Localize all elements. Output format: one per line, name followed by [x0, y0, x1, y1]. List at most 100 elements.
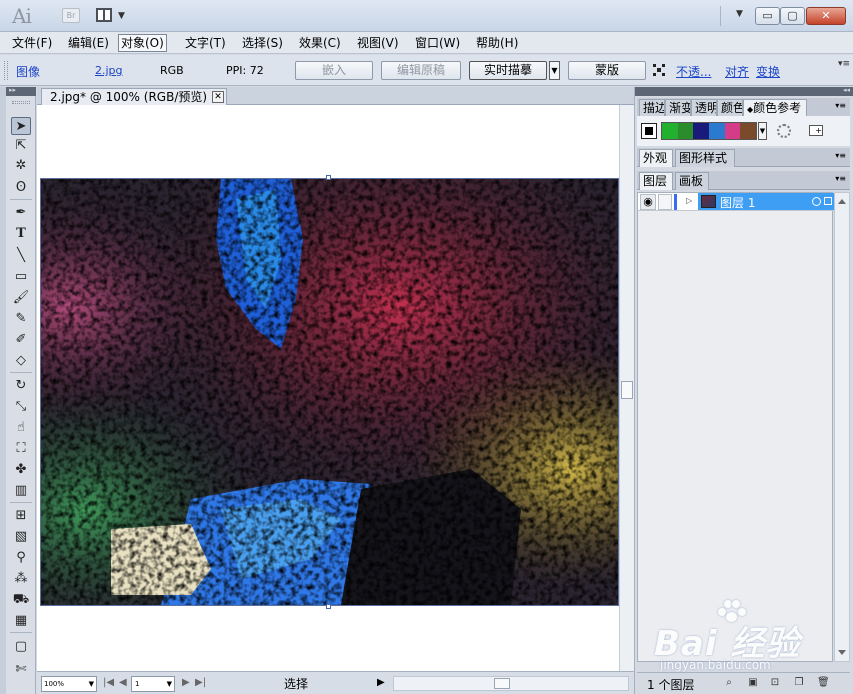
eyedropper-icon[interactable]: ⚲	[11, 549, 31, 567]
menu-help[interactable]: 帮助(H)	[474, 34, 520, 52]
selection-tool-icon[interactable]: ➤	[11, 117, 31, 135]
live-paint-bucket-icon[interactable]: ⛟	[11, 591, 31, 609]
panel-menu-icon[interactable]: ▾≡	[835, 151, 846, 160]
gradient-tool-icon[interactable]: ▧	[11, 528, 31, 546]
make-clipping-mask-icon[interactable]: ▣	[747, 677, 759, 689]
rectangle-tool-icon[interactable]: ▭	[11, 268, 31, 286]
next-page-icon[interactable]: ▶	[182, 677, 190, 688]
tab-gradient[interactable]: 渐变	[665, 99, 691, 117]
column-graph-icon[interactable]: ▥	[11, 482, 31, 500]
warp-tool-icon[interactable]: ☝	[11, 419, 31, 437]
bridge-button[interactable]: Br	[62, 8, 80, 23]
panel-dock-header[interactable]: ◂◂	[635, 86, 853, 96]
live-trace-options-dropdown[interactable]: ▼	[549, 61, 560, 80]
tools-panel-grip[interactable]	[12, 101, 30, 104]
tab-color-guide[interactable]: ◆颜色参考	[743, 99, 807, 117]
previous-page-icon[interactable]: ◀	[119, 677, 127, 688]
layer-item[interactable]: 图层 1	[698, 193, 834, 210]
bounding-box-icon[interactable]	[653, 64, 665, 76]
control-bar-grip[interactable]	[4, 61, 8, 80]
maximize-button[interactable]: ▢	[780, 7, 805, 25]
placed-image[interactable]	[40, 178, 619, 606]
menu-effect[interactable]: 效果(C)	[297, 34, 343, 52]
align-link[interactable]: 对齐	[725, 63, 749, 80]
expand-triangle-icon[interactable]: ▷	[686, 196, 692, 205]
swatch[interactable]	[662, 123, 678, 139]
horizontal-scroll-thumb[interactable]	[494, 678, 510, 689]
tab-color[interactable]: 颜色	[717, 99, 743, 117]
control-bar-menu-icon[interactable]: ▾≡	[838, 59, 850, 69]
menu-select[interactable]: 选择(S)	[240, 34, 285, 52]
selection-indicator[interactable]	[824, 197, 832, 205]
harmony-rules-dropdown[interactable]: ▼	[758, 122, 767, 140]
vertical-scrollbar[interactable]	[619, 105, 634, 671]
eye-icon[interactable]: ◉	[640, 194, 656, 210]
document-tab[interactable]: 2.jpg* @ 100% (RGB/预览) ✕	[41, 88, 227, 105]
first-page-icon[interactable]: |◀	[103, 677, 114, 688]
paintbrush-icon[interactable]: 🖌	[11, 289, 31, 307]
fill-color-swatch[interactable]	[641, 123, 657, 139]
blob-brush-icon[interactable]: ✐	[11, 331, 31, 349]
layer-row[interactable]: ◉ ▷ 图层 1	[638, 193, 834, 211]
artboard-canvas[interactable]	[37, 105, 619, 671]
tab-artboards[interactable]: 画板	[675, 172, 709, 190]
status-menu-arrow-icon[interactable]: ▶	[377, 677, 385, 688]
delete-layer-icon[interactable]: 🗑	[817, 677, 830, 689]
scale-tool-icon[interactable]: ⤡	[11, 398, 31, 416]
minimize-button[interactable]: ▭	[755, 7, 780, 25]
swatch[interactable]	[724, 123, 741, 139]
embed-button[interactable]: 嵌入	[295, 61, 373, 80]
swatch[interactable]	[693, 123, 710, 139]
scissors-icon[interactable]: ▢	[11, 638, 31, 656]
mesh-tool-icon[interactable]: ⊞	[11, 507, 31, 525]
free-transform-icon[interactable]: ⛶	[11, 440, 31, 458]
live-trace-button[interactable]: 实时描摹	[469, 61, 547, 80]
pencil-icon[interactable]: ✎	[11, 310, 31, 328]
magic-wand-icon[interactable]: ✲	[11, 157, 31, 175]
hand-tool-icon[interactable]: ✄	[11, 661, 31, 679]
swatch[interactable]	[709, 123, 725, 139]
new-sublayer-icon[interactable]: ⊡	[769, 677, 781, 689]
rotate-tool-icon[interactable]: ↻	[11, 377, 31, 395]
menu-type[interactable]: 文字(T)	[183, 34, 228, 52]
type-tool-icon[interactable]: T	[11, 225, 31, 243]
eraser-icon[interactable]: ◇	[11, 352, 31, 370]
line-tool-icon[interactable]: ╲	[11, 247, 31, 265]
blend-tool-icon[interactable]: ⁂	[11, 570, 31, 588]
pen-tool-icon[interactable]: ✒	[11, 204, 31, 222]
layers-scrollbar[interactable]	[834, 192, 850, 662]
workspace-switcher-icon[interactable]: ▼	[736, 9, 743, 19]
direct-selection-tool-icon[interactable]: ⇱	[11, 137, 31, 155]
menu-object[interactable]: 对象(O)	[118, 34, 167, 52]
menu-file[interactable]: 文件(F)	[10, 34, 54, 52]
harmony-swatches[interactable]	[661, 122, 757, 140]
panel-menu-icon[interactable]: ▾≡	[835, 101, 846, 110]
filename-link[interactable]: 2.jpg	[95, 64, 123, 77]
status-tool-display[interactable]: 选择	[205, 676, 387, 692]
new-layer-icon[interactable]: ❐	[793, 677, 805, 689]
zoom-select[interactable]: 100% ▼	[41, 676, 97, 692]
slice-tool-icon[interactable]: ▦	[11, 612, 31, 630]
lasso-icon[interactable]: ʘ	[11, 179, 31, 197]
tab-transparency[interactable]: 透明	[691, 99, 717, 117]
swatch[interactable]	[677, 123, 694, 139]
panel-menu-icon[interactable]: ▾≡	[835, 174, 846, 183]
symbol-sprayer-icon[interactable]: ✤	[11, 461, 31, 479]
vertical-scroll-thumb[interactable]	[621, 381, 633, 399]
close-tab-icon[interactable]: ✕	[212, 91, 224, 103]
transform-link[interactable]: 变换	[756, 63, 780, 80]
bounding-box-handle[interactable]	[326, 175, 331, 180]
close-button[interactable]: ✕	[806, 7, 846, 25]
arrange-documents-button[interactable]: ▼	[96, 8, 132, 24]
lock-toggle[interactable]	[658, 194, 672, 210]
menu-view[interactable]: 视图(V)	[355, 34, 401, 52]
page-number-select[interactable]: 1 ▼	[131, 676, 175, 692]
mask-button[interactable]: 蒙版	[568, 61, 646, 80]
tab-layers[interactable]: 图层	[639, 172, 673, 190]
tab-appearance[interactable]: 外观	[639, 149, 673, 167]
object-type-label[interactable]: 图像	[16, 63, 40, 80]
save-color-group-icon[interactable]: +	[809, 125, 823, 136]
tools-panel-header[interactable]: ▸▸	[6, 86, 36, 96]
menu-edit[interactable]: 编辑(E)	[66, 34, 111, 52]
swatch[interactable]	[740, 123, 757, 139]
